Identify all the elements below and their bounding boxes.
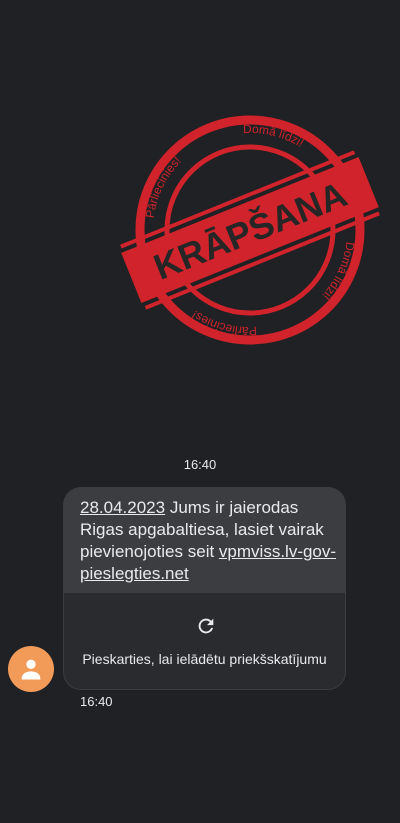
link-preview[interactable]: Pieskarties, lai ielādētu priekšskatījum… (64, 593, 345, 689)
link-preview-label: Pieskarties, lai ielādētu priekšskatījum… (82, 651, 327, 667)
message-timestamp-bottom: 16:40 (80, 694, 113, 709)
message-timestamp-top: 16:40 (183, 457, 217, 472)
stamp-ring-text-2: Domā līdzi! (238, 102, 309, 167)
message-text: 28.04.2023 Jums ir jaierodas Rigas apgab… (80, 497, 340, 585)
message-bubble[interactable]: 28.04.2023 Jums ir jaierodas Rigas apgab… (63, 487, 346, 690)
stamp-ring-text-4: Pārliecinies! (186, 289, 261, 359)
sender-avatar[interactable] (8, 646, 54, 692)
scam-warning-stamp: Pārliecinies! Domā līdzi! Domā līdzi! Pā… (120, 102, 380, 359)
refresh-icon (198, 618, 214, 634)
date-link[interactable]: 28.04.2023 (80, 498, 165, 517)
person-icon (21, 659, 41, 680)
